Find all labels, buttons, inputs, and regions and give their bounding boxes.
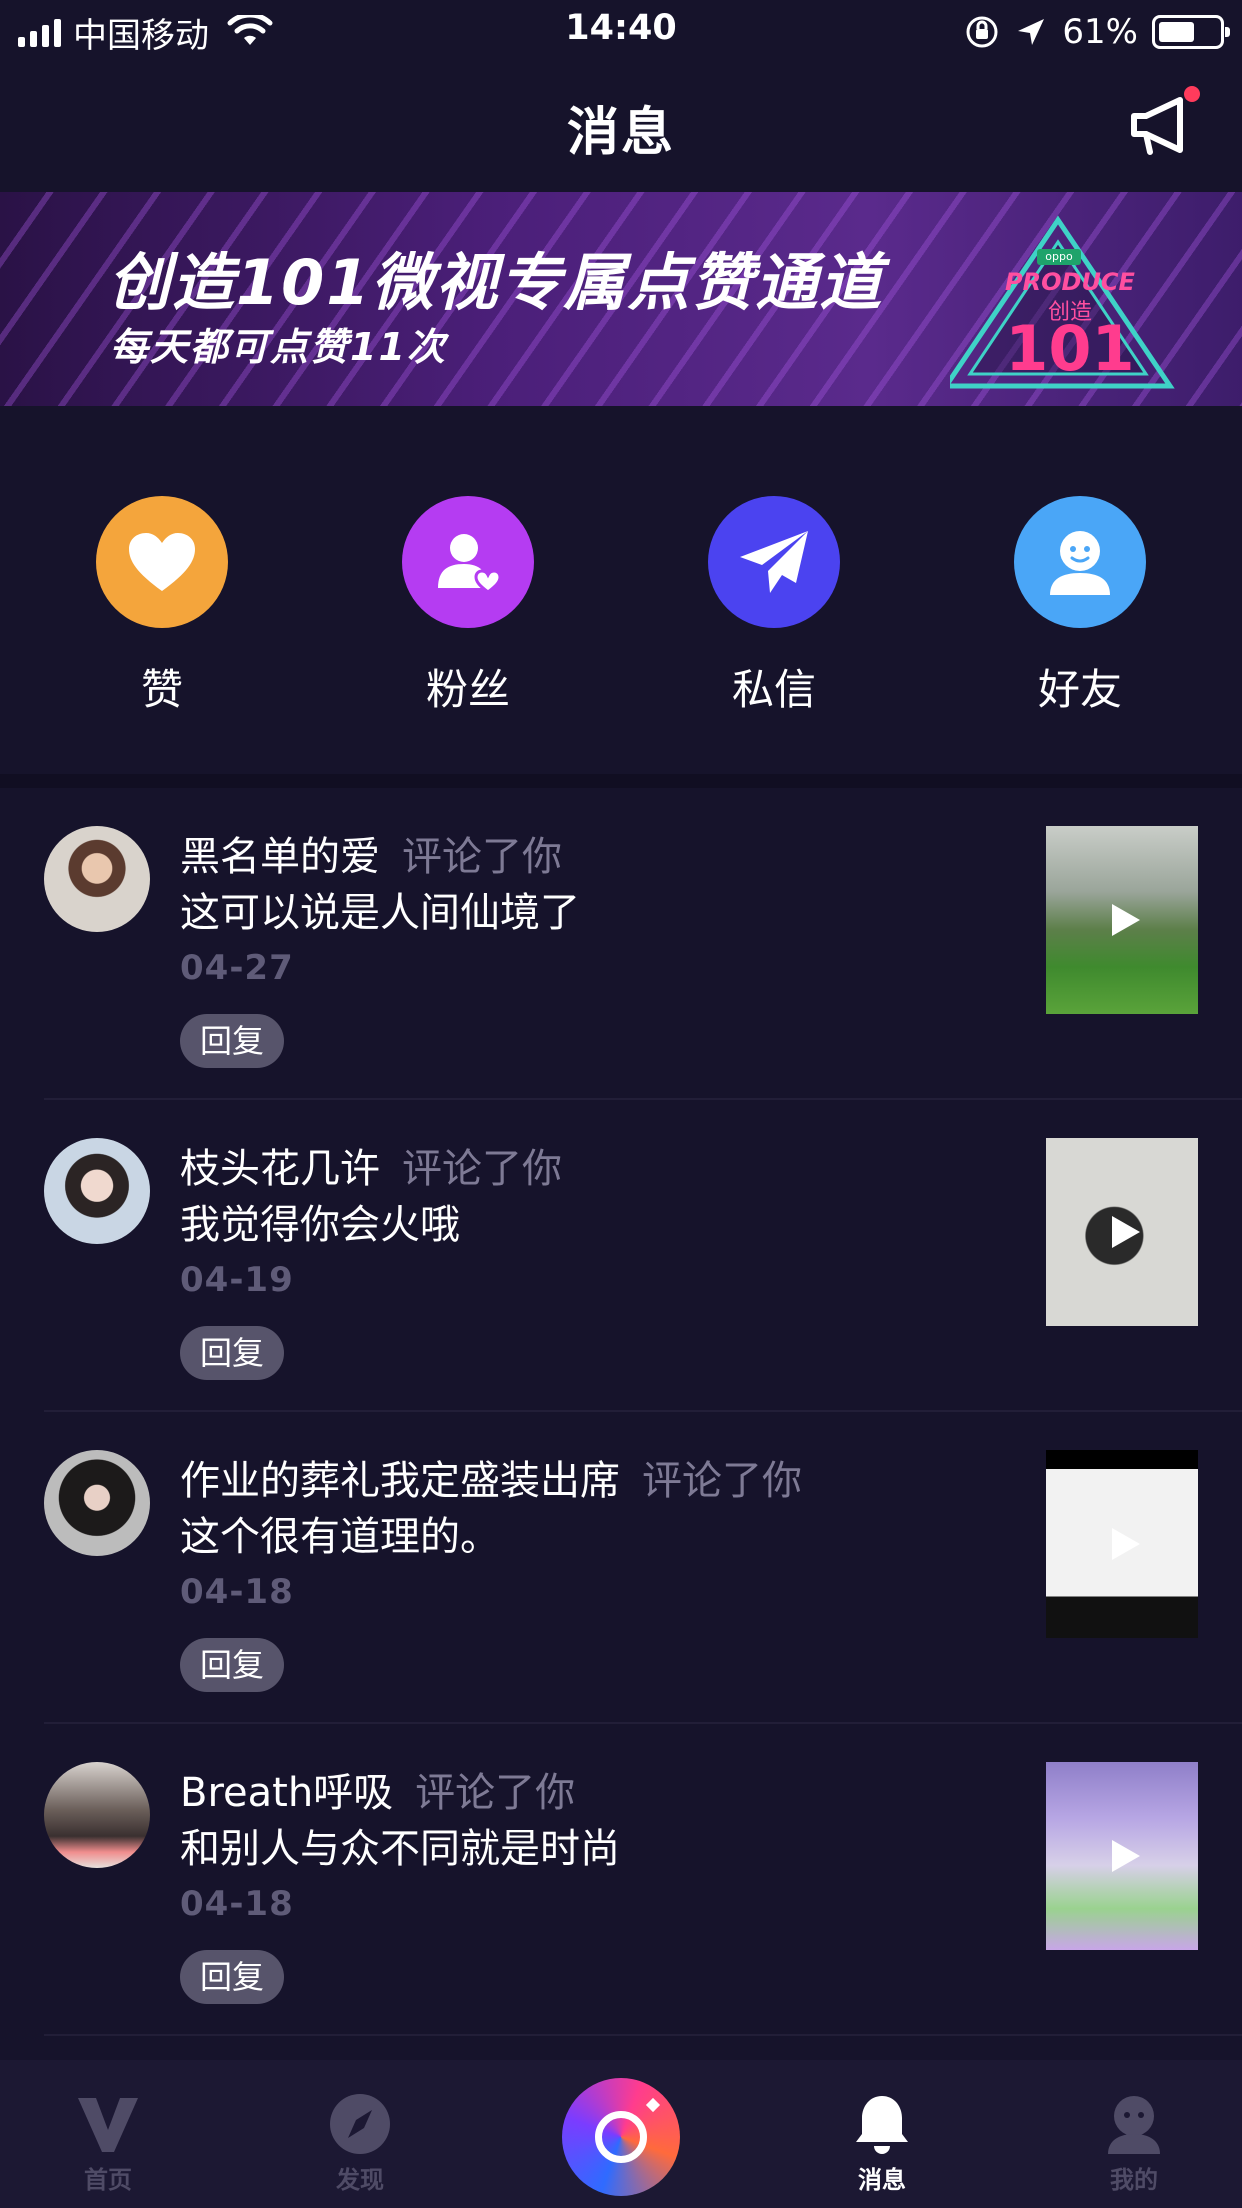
tab-label-home: 首页 bbox=[84, 2166, 132, 2194]
user-action: 评论了你 bbox=[402, 1146, 562, 1192]
record-camera-icon bbox=[595, 2111, 647, 2163]
battery-icon bbox=[1152, 15, 1230, 49]
notification-row[interactable]: Breath呼吸 评论了你 和别人与众不同就是时尚 04-18 回复 bbox=[0, 1724, 1242, 2036]
comment-date: 04-27 bbox=[180, 948, 294, 988]
tab-discover[interactable]: 发现 bbox=[270, 2060, 450, 2208]
comment-date: 04-18 bbox=[180, 1884, 294, 1924]
reply-button[interactable]: 回复 bbox=[180, 1638, 284, 1692]
tab-profile[interactable]: 我的 bbox=[1044, 2060, 1224, 2208]
fans-circle bbox=[402, 496, 534, 628]
sparkle-icon bbox=[645, 2097, 661, 2113]
play-icon bbox=[1112, 1528, 1140, 1560]
page-title: 消息 bbox=[566, 103, 675, 163]
reply-button[interactable]: 回复 bbox=[180, 1014, 284, 1068]
location-arrow-icon bbox=[1018, 19, 1045, 45]
reply-button[interactable]: 回复 bbox=[180, 1326, 284, 1380]
user-action: 评论了你 bbox=[642, 1458, 802, 1504]
friends-circle bbox=[1014, 496, 1146, 628]
comment-date: 04-18 bbox=[180, 1572, 294, 1612]
video-thumbnail[interactable] bbox=[1046, 1762, 1198, 1950]
tab-messages[interactable]: 消息 bbox=[792, 2060, 972, 2208]
comment-text: 和别人与众不同就是时尚 bbox=[180, 1826, 620, 1872]
quick-label-likes: 赞 bbox=[140, 665, 183, 714]
notification-row[interactable]: 枝头花几许 评论了你 我觉得你会火哦 04-19 回复 bbox=[0, 1100, 1242, 1412]
bell-icon bbox=[856, 2096, 908, 2154]
tab-label-messages: 消息 bbox=[858, 2166, 906, 2194]
header: 消息 bbox=[0, 64, 1242, 192]
notification-dot bbox=[1184, 86, 1200, 102]
video-thumbnail[interactable] bbox=[1046, 1138, 1198, 1326]
friend-icon bbox=[1050, 531, 1110, 595]
user-name[interactable]: 枝头花几许 bbox=[180, 1146, 380, 1192]
paper-plane-icon bbox=[740, 531, 808, 593]
quick-actions: 赞 粉丝 私信 好友 bbox=[0, 406, 1242, 774]
avatar[interactable] bbox=[44, 1138, 150, 1244]
fan-icon bbox=[438, 534, 502, 594]
heart-icon bbox=[129, 533, 195, 591]
announcement-button[interactable] bbox=[1124, 86, 1202, 164]
video-thumbnail[interactable] bbox=[1046, 826, 1198, 1014]
logo-produce: PRODUCE bbox=[1005, 268, 1135, 296]
quick-fans[interactable]: 粉丝 bbox=[368, 496, 568, 716]
video-thumbnail[interactable] bbox=[1046, 1450, 1198, 1638]
battery-percent: 61% bbox=[1062, 12, 1138, 52]
status-bar: 中国移动 14:40 61% bbox=[0, 0, 1242, 64]
v-logo-icon bbox=[78, 2098, 138, 2152]
likes-circle bbox=[96, 496, 228, 628]
reply-button[interactable]: 回复 bbox=[180, 1950, 284, 2004]
user-line: 作业的葬礼我定盛装出席 评论了你 bbox=[180, 1448, 802, 1506]
section-separator bbox=[0, 774, 1242, 788]
record-button[interactable] bbox=[562, 2078, 680, 2196]
comment-text: 这个很有道理的。 bbox=[180, 1514, 500, 1560]
promo-banner[interactable]: 创造101微视专属点赞通道 每天都可点赞11次 oppo PRODUCE 创造 … bbox=[0, 192, 1242, 406]
play-icon bbox=[1112, 904, 1140, 936]
tab-label-discover: 发现 bbox=[336, 2166, 384, 2194]
avatar[interactable] bbox=[44, 826, 150, 932]
notification-row[interactable]: 黑名单的爱 评论了你 这可以说是人间仙境了 04-27 回复 bbox=[0, 788, 1242, 1100]
row-divider bbox=[44, 2034, 1242, 2036]
status-right: 61% bbox=[964, 10, 1230, 54]
user-name[interactable]: 黑名单的爱 bbox=[180, 834, 380, 880]
rotation-lock-icon bbox=[966, 16, 998, 48]
user-name[interactable]: Breath呼吸 bbox=[180, 1770, 393, 1816]
quick-label-messages: 私信 bbox=[731, 665, 816, 714]
messages-circle bbox=[708, 496, 840, 628]
comment-text: 我觉得你会火哦 bbox=[180, 1202, 460, 1248]
user-line: Breath呼吸 评论了你 bbox=[180, 1760, 575, 1818]
quick-messages[interactable]: 私信 bbox=[674, 496, 874, 716]
avatar[interactable] bbox=[44, 1762, 150, 1868]
banner-title: 创造101微视专属点赞通道 bbox=[108, 246, 884, 319]
comment-text: 这可以说是人间仙境了 bbox=[180, 890, 580, 936]
notification-row[interactable]: 作业的葬礼我定盛装出席 评论了你 这个很有道理的。 04-18 回复 bbox=[0, 1412, 1242, 1724]
user-name[interactable]: 作业的葬礼我定盛装出席 bbox=[180, 1458, 620, 1504]
tab-bar: 首页 发现 消息 我的 bbox=[0, 2060, 1242, 2208]
user-line: 黑名单的爱 评论了你 bbox=[180, 824, 562, 882]
banner-subtitle: 每天都可点赞11次 bbox=[110, 325, 447, 369]
quick-friends[interactable]: 好友 bbox=[980, 496, 1180, 716]
logo-101: 101 bbox=[1005, 312, 1135, 385]
user-action: 评论了你 bbox=[402, 834, 562, 880]
produce-101-logo: oppo PRODUCE 创造 101 bbox=[950, 214, 1190, 394]
comment-date: 04-19 bbox=[180, 1260, 294, 1300]
tab-label-profile: 我的 bbox=[1110, 2166, 1158, 2194]
play-icon bbox=[1112, 1840, 1140, 1872]
compass-icon bbox=[330, 2094, 390, 2154]
quick-label-fans: 粉丝 bbox=[425, 665, 510, 714]
avatar[interactable] bbox=[44, 1450, 150, 1556]
quick-label-friends: 好友 bbox=[1037, 665, 1122, 714]
profile-icon bbox=[1108, 2096, 1160, 2154]
play-icon bbox=[1112, 1216, 1140, 1248]
quick-likes[interactable]: 赞 bbox=[62, 496, 262, 716]
tab-home[interactable]: 首页 bbox=[18, 2060, 198, 2208]
logo-oppo: oppo bbox=[1037, 249, 1081, 265]
user-line: 枝头花几许 评论了你 bbox=[180, 1136, 562, 1194]
user-action: 评论了你 bbox=[415, 1770, 576, 1816]
